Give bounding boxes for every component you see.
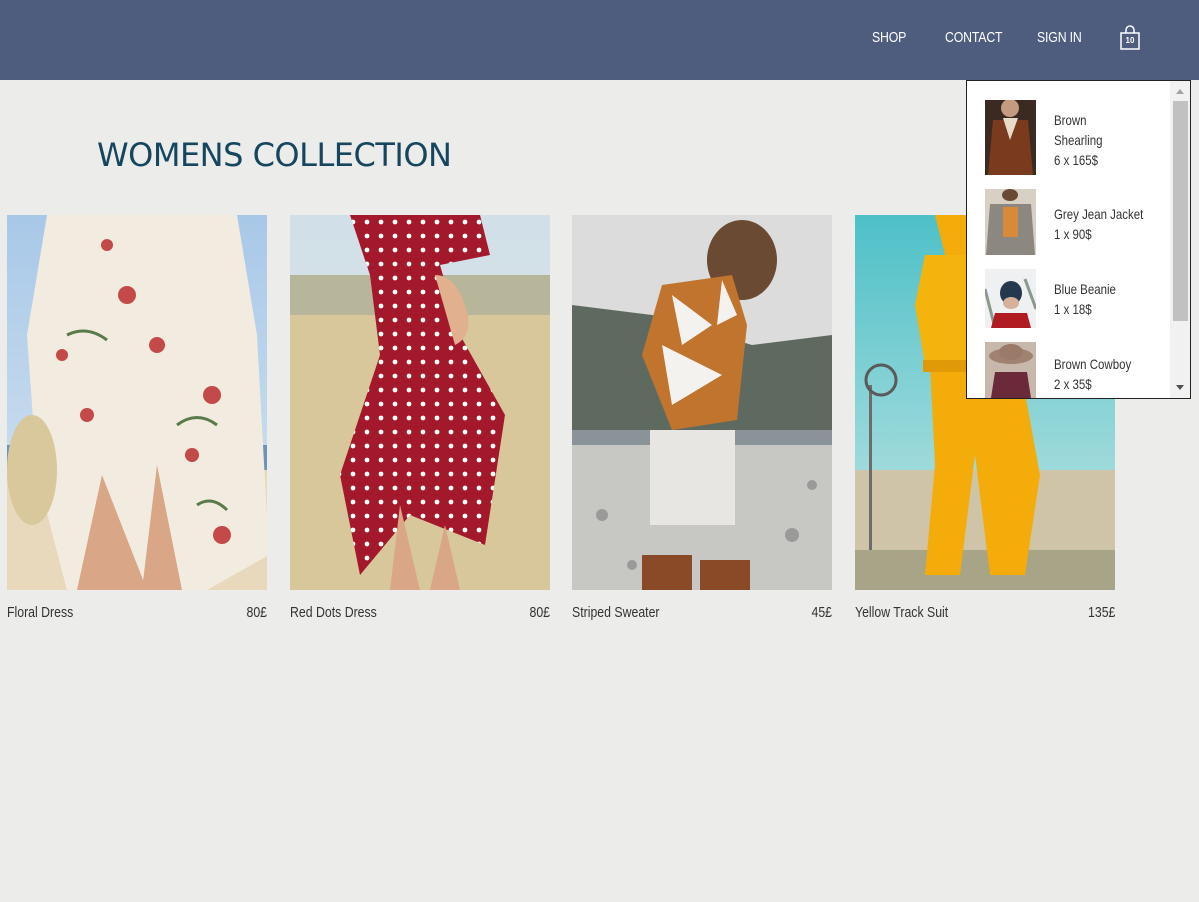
cart-item-qty: 1 x 90$	[1054, 226, 1092, 242]
brown-cowboy-thumbnail	[985, 342, 1036, 398]
cart-item-qty: 1 x 18$	[1054, 301, 1092, 317]
brown-shearling-thumbnail	[985, 100, 1036, 175]
page-title: WOMENS COLLECTION	[97, 136, 452, 174]
product-name: Yellow Track Suit	[855, 604, 949, 621]
product-price: 135£	[1087, 604, 1115, 621]
blue-beanie-thumbnail	[985, 269, 1036, 328]
product-name: Red Dots Dress	[290, 604, 377, 621]
product-name: Striped Sweater	[572, 604, 660, 621]
cart-items-list: Brown Shearling 6 x 165$ Grey Jean Jacke…	[967, 81, 1170, 398]
product-name: Floral Dress	[7, 604, 74, 621]
cart-item-qty: 6 x 165$	[1054, 152, 1099, 168]
nav-contact-link[interactable]: CONTACT	[945, 29, 1003, 46]
top-header: SHOP CONTACT SIGN IN 10	[0, 0, 1199, 80]
shopping-bag-icon[interactable]: 10	[1119, 25, 1141, 51]
product-price: 80£	[529, 604, 550, 621]
cart-item-name: Grey Jean Jacket	[1054, 206, 1144, 222]
scroll-up-arrow-icon[interactable]	[1170, 81, 1190, 101]
striped-sweater-image[interactable]	[572, 215, 832, 590]
cart-item: Grey Jean Jacket 1 x 90$	[985, 189, 1165, 255]
nav-shop-link[interactable]: SHOP	[872, 29, 906, 46]
cart-item-name: Blue Beanie	[1054, 281, 1116, 297]
cart-dropdown: Brown Shearling 6 x 165$ Grey Jean Jacke…	[966, 80, 1191, 399]
product-price: 80£	[246, 604, 267, 621]
cart-item: Blue Beanie 1 x 18$	[985, 269, 1165, 329]
nav-sign-in-link[interactable]: SIGN IN	[1037, 29, 1082, 46]
product-price: 45£	[811, 604, 832, 621]
grey-jean-jacket-thumbnail	[985, 189, 1036, 255]
product-card-floral-dress[interactable]: Floral Dress 80£	[7, 215, 267, 635]
cart-item: Brown Cowboy 2 x 35$	[985, 342, 1165, 398]
cart-item-name: Brown Shearling	[1054, 112, 1103, 148]
red-dots-dress-image[interactable]	[290, 215, 550, 590]
product-card-striped-sweater[interactable]: Striped Sweater 45£	[572, 215, 832, 635]
cart-item-name: Brown Cowboy	[1054, 356, 1132, 372]
cart-count-badge: 10	[1125, 36, 1135, 45]
scroll-down-arrow-icon[interactable]	[1170, 378, 1190, 398]
cart-item: Brown Shearling 6 x 165$	[985, 100, 1165, 176]
product-card-red-dots-dress[interactable]: Red Dots Dress 80£	[290, 215, 550, 635]
cart-item-qty: 2 x 35$	[1054, 376, 1092, 392]
scrollbar-thumb[interactable]	[1173, 101, 1188, 321]
floral-dress-image[interactable]	[7, 215, 267, 590]
cart-scrollbar[interactable]	[1170, 81, 1190, 398]
